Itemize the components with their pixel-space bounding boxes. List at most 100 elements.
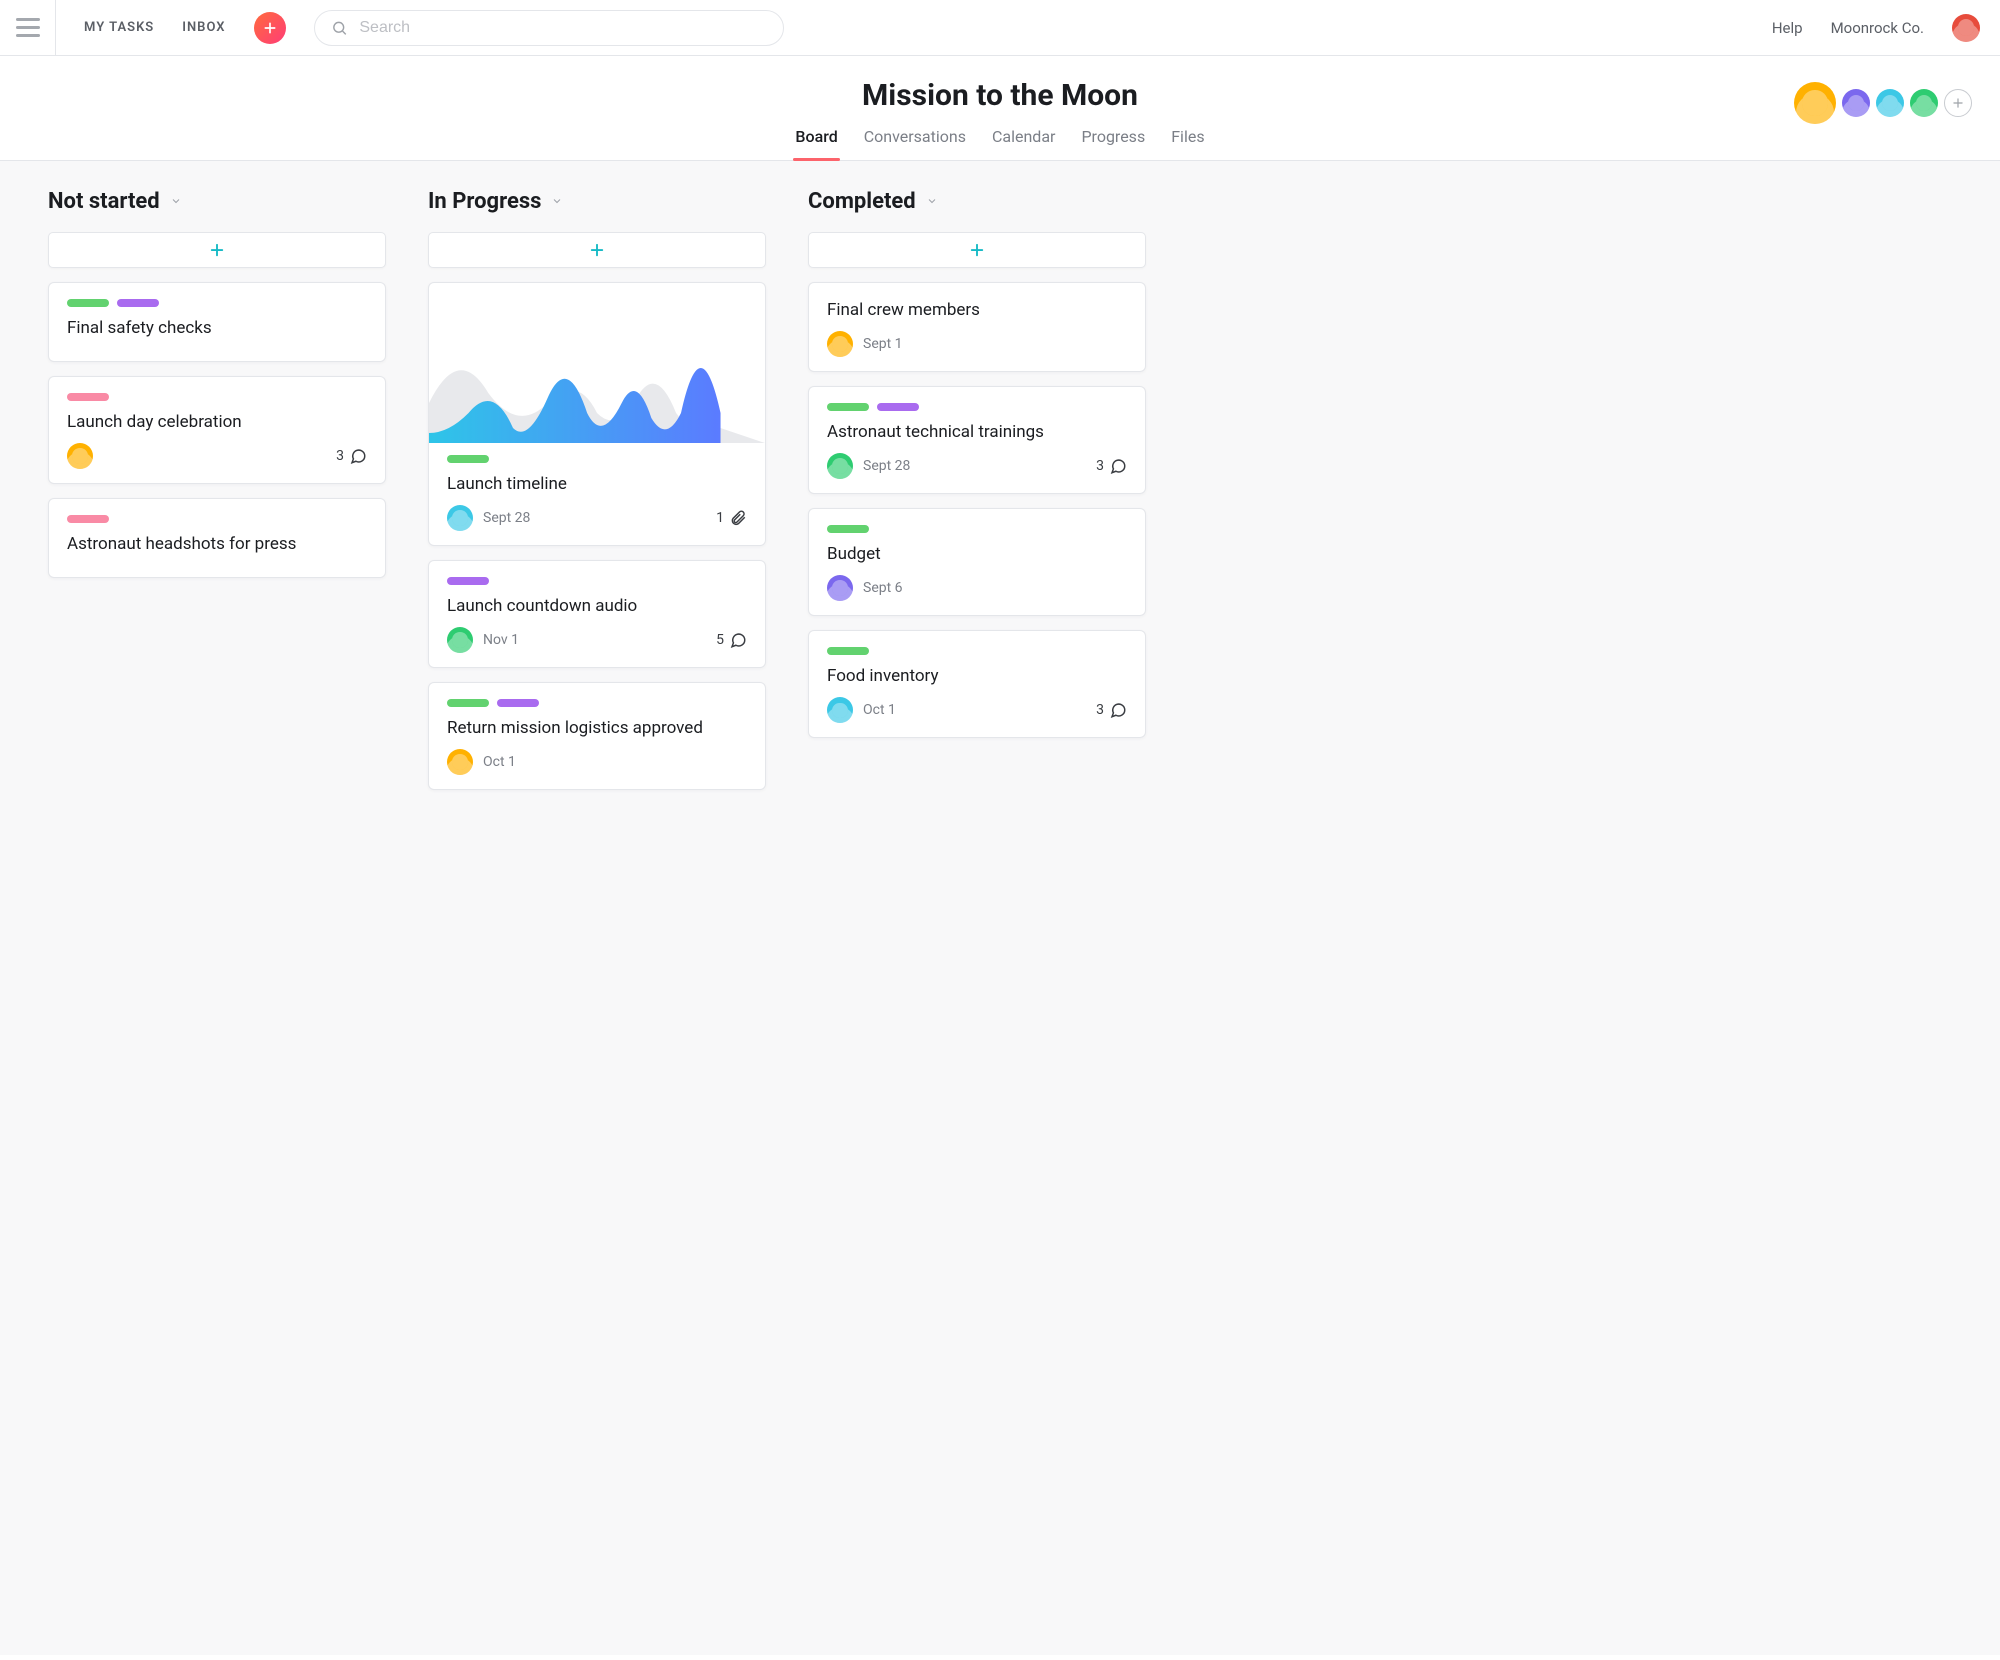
- global-add-button[interactable]: [254, 12, 286, 44]
- task-card[interactable]: Launch timeline Sept 281: [428, 282, 766, 546]
- tag-pink: [67, 515, 109, 523]
- card-meta: 3: [336, 447, 367, 465]
- card-meta: 1: [716, 509, 747, 527]
- comment-icon: [349, 447, 367, 465]
- assignee-avatar[interactable]: [447, 749, 473, 775]
- column-name: In Progress: [428, 189, 541, 214]
- tag-purple: [877, 403, 919, 411]
- card-date: Sept 28: [863, 458, 910, 474]
- add-card-button[interactable]: [48, 232, 386, 268]
- card-footer: Oct 1: [447, 749, 747, 775]
- project-header: Mission to the Moon Board Conversations Ca…: [0, 56, 2000, 161]
- member-avatar-0[interactable]: [1794, 82, 1836, 124]
- member-avatar-3[interactable]: [1910, 89, 1938, 117]
- assignee-avatar[interactable]: [447, 627, 473, 653]
- column-1: In Progress Launch timeline Sept 281Launc…: [428, 189, 766, 804]
- plus-icon: [1951, 96, 1965, 110]
- column-name: Completed: [808, 189, 916, 214]
- chevron-down-icon: [926, 192, 938, 211]
- column-2: CompletedFinal crew membersSept 1Astrona…: [808, 189, 1146, 752]
- card-tags: [67, 515, 367, 523]
- card-meta: 5: [716, 631, 747, 649]
- comment-icon: [729, 631, 747, 649]
- card-meta: 3: [1096, 457, 1127, 475]
- column-header[interactable]: Completed: [808, 189, 1146, 214]
- tag-purple: [117, 299, 159, 307]
- task-card[interactable]: Launch day celebration 3: [48, 376, 386, 484]
- member-avatar-2[interactable]: [1876, 89, 1904, 117]
- comment-count: 3: [336, 447, 367, 465]
- card-footer: Sept 281: [447, 505, 747, 531]
- tab-conversations[interactable]: Conversations: [862, 127, 968, 160]
- card-tags: [827, 403, 1127, 411]
- member-avatar-1[interactable]: [1842, 89, 1870, 117]
- tag-green: [447, 699, 489, 707]
- column-header[interactable]: In Progress: [428, 189, 766, 214]
- add-card-button[interactable]: [808, 232, 1146, 268]
- search-icon: [331, 19, 348, 37]
- card-tags: [447, 699, 747, 707]
- chevron-down-icon: [170, 192, 182, 211]
- column-header[interactable]: Not started: [48, 189, 386, 214]
- card-footer: Sept 28 3: [827, 453, 1127, 479]
- tag-green: [827, 403, 869, 411]
- hamburger-menu-button[interactable]: [0, 0, 56, 56]
- hamburger-icon: [16, 18, 40, 37]
- card-chart: [429, 283, 765, 443]
- tab-calendar[interactable]: Calendar: [990, 127, 1057, 160]
- tab-files[interactable]: Files: [1169, 127, 1206, 160]
- search-input[interactable]: [357, 18, 766, 38]
- card-tags: [447, 577, 747, 585]
- comment-count: 3: [1096, 457, 1127, 475]
- board: Not started Final safety checks Launch day…: [0, 161, 2000, 1655]
- card-title: Final crew members: [827, 299, 1127, 321]
- card-title: Food inventory: [827, 665, 1127, 687]
- tag-pink: [67, 393, 109, 401]
- card-title: Astronaut headshots for press: [67, 533, 367, 555]
- card-title: Launch day celebration: [67, 411, 367, 433]
- card-date: Nov 1: [483, 632, 519, 648]
- assignee-avatar[interactable]: [67, 443, 93, 469]
- add-member-button[interactable]: [1944, 89, 1972, 117]
- add-card-button[interactable]: [428, 232, 766, 268]
- project-tabs: Board Conversations Calendar Progress Files: [0, 127, 2000, 160]
- assignee-avatar[interactable]: [447, 505, 473, 531]
- card-date: Oct 1: [483, 754, 516, 770]
- assignee-avatar[interactable]: [827, 453, 853, 479]
- plus-icon: [208, 241, 226, 259]
- nav-inbox[interactable]: INBOX: [182, 20, 225, 35]
- card-date: Sept 1: [863, 336, 903, 352]
- nav-my-tasks[interactable]: MY TASKS: [84, 20, 154, 35]
- project-title: Mission to the Moon: [0, 78, 2000, 113]
- card-footer: Sept 1: [827, 331, 1127, 357]
- card-footer: Nov 1 5: [447, 627, 747, 653]
- task-card[interactable]: Food inventory Oct 1 3: [808, 630, 1146, 738]
- card-tags: [447, 455, 747, 463]
- task-card[interactable]: Return mission logistics approvedOct 1: [428, 682, 766, 790]
- help-link[interactable]: Help: [1772, 19, 1803, 37]
- task-card[interactable]: Final safety checks: [48, 282, 386, 362]
- card-date: Oct 1: [863, 702, 896, 718]
- card-meta: 3: [1096, 701, 1127, 719]
- search-box[interactable]: [314, 10, 784, 46]
- task-card[interactable]: Final crew members Sept 1: [808, 282, 1146, 372]
- tag-green: [827, 647, 869, 655]
- task-card[interactable]: Launch countdown audioNov 15: [428, 560, 766, 668]
- task-card[interactable]: Astronaut headshots for press: [48, 498, 386, 578]
- tab-progress[interactable]: Progress: [1079, 127, 1147, 160]
- task-card[interactable]: Astronaut technical trainingsSept 283: [808, 386, 1146, 494]
- assignee-avatar[interactable]: [827, 697, 853, 723]
- assignee-avatar[interactable]: [827, 575, 853, 601]
- current-user-avatar[interactable]: [1952, 14, 1980, 42]
- tab-board[interactable]: Board: [793, 127, 839, 160]
- comment-count: 5: [716, 631, 747, 649]
- plus-icon: [968, 241, 986, 259]
- assignee-avatar[interactable]: [827, 331, 853, 357]
- card-title: Launch timeline: [447, 473, 747, 495]
- comment-icon: [1109, 457, 1127, 475]
- project-members: [1794, 82, 1972, 124]
- card-footer: Oct 1 3: [827, 697, 1127, 723]
- task-card[interactable]: BudgetSept 6: [808, 508, 1146, 616]
- workspace-switcher[interactable]: Moonrock Co.: [1831, 19, 1924, 37]
- attachment-count: 1: [716, 509, 747, 527]
